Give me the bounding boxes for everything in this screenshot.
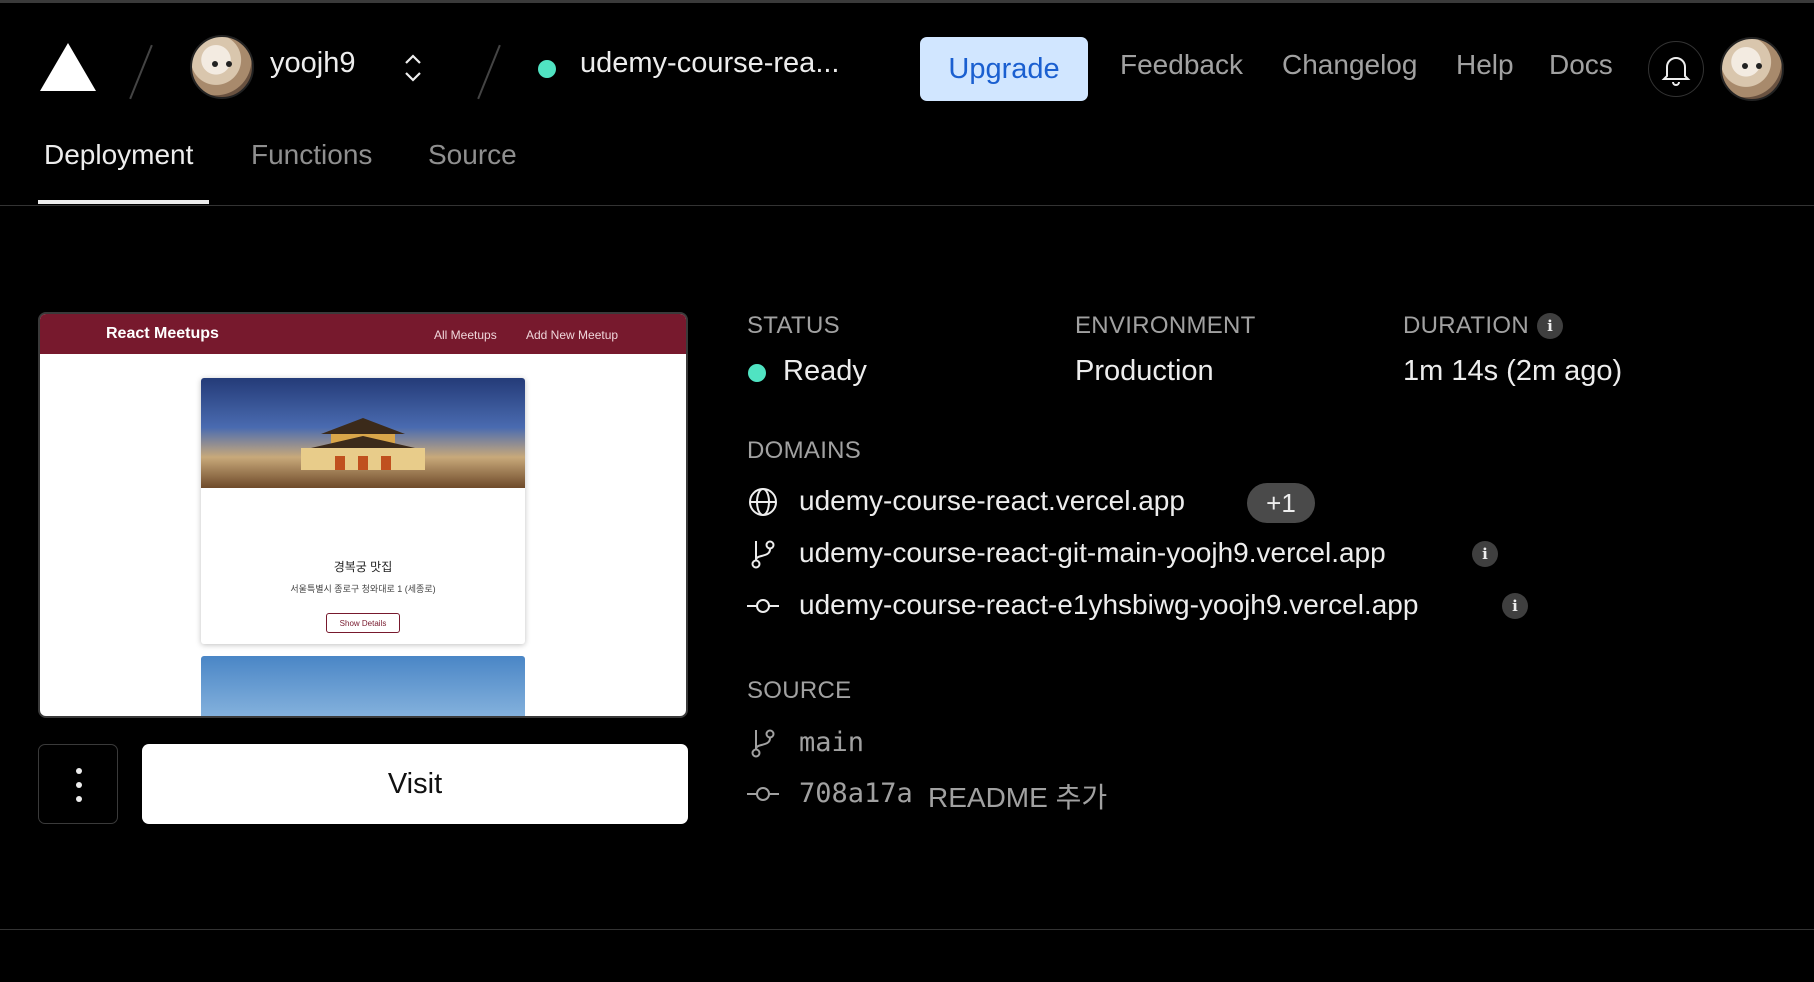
feedback-link[interactable]: Feedback <box>1120 49 1243 81</box>
globe-icon <box>749 488 777 516</box>
avatar-eye <box>1756 63 1762 69</box>
more-options-button[interactable] <box>38 744 118 824</box>
tab-source[interactable]: Source <box>428 139 517 171</box>
avatar-eye <box>212 61 218 67</box>
bell-icon <box>1661 57 1691 86</box>
extra-domains-badge[interactable]: +1 <box>1247 483 1315 523</box>
project-status-dot <box>538 60 556 78</box>
domain-link-deployment[interactable]: udemy-course-react-e1yhsbiwg-yoojh9.verc… <box>799 589 1418 621</box>
source-label: SOURCE <box>747 677 852 704</box>
preview-card-address: 서울특별시 종로구 청와대로 1 (세종로) <box>290 584 436 594</box>
team-name[interactable]: yoojh9 <box>270 47 355 80</box>
tab-functions[interactable]: Functions <box>251 139 372 171</box>
git-branch-icon <box>751 540 775 569</box>
active-tab-indicator <box>38 200 209 204</box>
status-value: Ready <box>783 355 867 387</box>
avatar-eye <box>1742 63 1748 69</box>
vercel-logo-icon[interactable] <box>38 41 98 95</box>
top-header: yoojh9 udemy-course-rea... Upgrade Feedb… <box>0 3 1814 129</box>
source-commit-hash[interactable]: 708a17a <box>799 778 913 809</box>
duration-info-icon[interactable]: i <box>1537 313 1563 339</box>
preview-site-title: React Meetups <box>106 325 219 342</box>
preview-meetup-image <box>201 378 525 488</box>
more-dots-icon <box>76 796 82 802</box>
deployment-domain-info-icon[interactable]: i <box>1502 593 1528 619</box>
user-avatar[interactable] <box>1720 37 1784 101</box>
deployment-preview[interactable]: React Meetups All Meetups Add New Meetup… <box>38 312 688 718</box>
preview-second-card <box>201 656 525 716</box>
status-label: STATUS <box>747 312 840 339</box>
git-commit-icon <box>747 787 779 801</box>
breadcrumb-separator <box>129 44 153 100</box>
status-ready-dot <box>748 364 766 382</box>
git-branch-icon <box>751 729 775 758</box>
tab-deployment[interactable]: Deployment <box>44 139 193 171</box>
notifications-button[interactable] <box>1648 41 1704 97</box>
chevron-up-down-icon[interactable] <box>400 51 426 85</box>
team-avatar[interactable] <box>190 35 254 99</box>
preview-show-details-button: Show Details <box>326 613 400 633</box>
source-branch[interactable]: main <box>799 727 864 758</box>
deployment-tabs: Deployment Functions Source <box>0 129 1814 206</box>
domain-link-branch[interactable]: udemy-course-react-git-main-yoojh9.verce… <box>799 537 1386 569</box>
breadcrumb-separator <box>477 44 501 100</box>
docs-link[interactable]: Docs <box>1549 49 1613 81</box>
environment-value: Production <box>1075 355 1214 387</box>
environment-label: ENVIRONMENT <box>1075 312 1256 339</box>
more-dots-icon <box>76 768 82 774</box>
preview-nav-link: Add New Meetup <box>526 328 619 342</box>
visit-button[interactable]: Visit <box>142 744 688 824</box>
git-commit-icon <box>747 599 779 613</box>
preview-nav-link: All Meetups <box>434 328 497 342</box>
preview-site-header: React Meetups All Meetups Add New Meetup <box>40 314 686 354</box>
domains-label: DOMAINS <box>747 437 862 464</box>
source-commit-message[interactable]: README 추가 <box>928 776 1107 816</box>
avatar-eye <box>226 61 232 67</box>
changelog-link[interactable]: Changelog <box>1282 49 1417 81</box>
preview-meetup-card: 경복궁 맛집 서울특별시 종로구 청와대로 1 (세종로) Show Detai… <box>201 378 525 644</box>
preview-card-title: 경복궁 맛집 <box>333 560 393 574</box>
branch-domain-info-icon[interactable]: i <box>1472 541 1498 567</box>
domain-link-production[interactable]: udemy-course-react.vercel.app <box>799 485 1185 517</box>
help-link[interactable]: Help <box>1456 49 1514 81</box>
more-dots-icon <box>76 782 82 788</box>
duration-label: DURATION <box>1403 312 1529 339</box>
duration-value: 1m 14s (2m ago) <box>1403 355 1623 387</box>
upgrade-button[interactable]: Upgrade <box>920 37 1088 101</box>
project-name[interactable]: udemy-course-rea... <box>580 47 840 80</box>
palace-illustration <box>301 418 425 470</box>
section-divider <box>0 929 1814 930</box>
